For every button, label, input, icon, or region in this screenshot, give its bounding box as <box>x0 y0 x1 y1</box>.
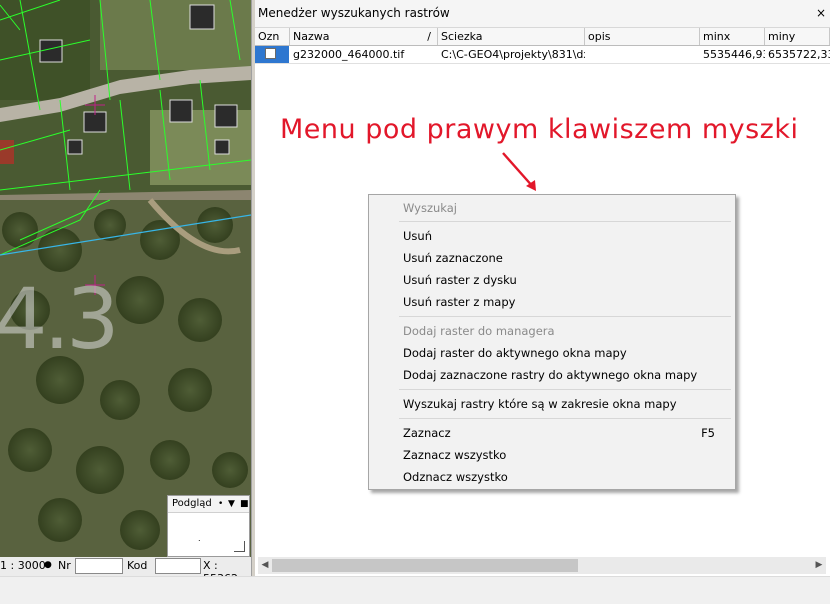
panel-title-bar: Menedżer wyszukanych rastrów × <box>255 0 830 28</box>
column-header-sciezka[interactable]: Sciezka <box>438 28 585 45</box>
chevron-down-icon[interactable]: ▼ <box>228 496 235 512</box>
kod-label: Kod <box>127 559 148 572</box>
annotation-text: Menu pod prawym klawiszem myszki <box>280 114 799 145</box>
record-icon: ● <box>44 560 52 570</box>
kod-input[interactable] <box>155 558 201 574</box>
menu-item-usun-zaznaczone[interactable]: Usuń zaznaczone <box>403 248 503 268</box>
menu-item-odznacz-wszystko[interactable]: Odznacz wszystko <box>403 467 508 487</box>
column-header-ozn[interactable]: Ozn <box>255 28 290 45</box>
menu-shortcut-zaznacz: F5 <box>701 426 715 440</box>
menu-item-dodaj-raster-do-managera: Dodaj raster do managera <box>403 324 555 338</box>
preview-header: Podgląd • ▼ ■ <box>168 496 249 513</box>
table-row[interactable]: g232000_464000.tif C:\C-GEO4\projekty\83… <box>255 46 830 64</box>
nr-input[interactable] <box>75 558 123 574</box>
map-grid-label: 4.3 <box>0 270 120 368</box>
bottom-bar <box>0 576 830 604</box>
preview-title: Podgląd <box>172 498 212 509</box>
status-bar: 1 : 3000 ● Nr Kod X : 55362 <box>0 557 252 585</box>
column-header-nazwa[interactable]: Nazwa / <box>290 28 438 45</box>
menu-item-zaznacz[interactable]: Zaznacz <box>403 423 451 443</box>
row-checkbox[interactable] <box>265 48 276 59</box>
menu-separator <box>399 316 731 317</box>
selected-cell <box>255 46 289 63</box>
scrollbar-thumb[interactable] <box>272 559 578 572</box>
scale-readout: 1 : 3000 <box>0 559 46 572</box>
menu-item-usun-raster-z-mapy[interactable]: Usuń raster z mapy <box>403 292 515 312</box>
cell-nazwa: g232000_464000.tif <box>293 48 405 61</box>
scroll-right-icon[interactable]: ▶ <box>812 557 826 574</box>
panel-title: Menedżer wyszukanych rastrów <box>258 6 450 20</box>
column-header-minx[interactable]: minx <box>700 28 765 45</box>
horizontal-scrollbar[interactable]: ◀ ▶ <box>258 557 826 574</box>
menu-separator <box>399 389 731 390</box>
nr-label: Nr <box>58 559 71 572</box>
close-icon[interactable]: ■ <box>240 496 249 512</box>
context-menu: Wyszukaj Usuń Usuń zaznaczone Usuń raste… <box>368 194 736 490</box>
close-icon[interactable]: × <box>816 0 826 27</box>
column-header-miny[interactable]: miny <box>765 28 830 45</box>
sort-icon: / <box>427 30 431 43</box>
menu-item-dodaj-zaznaczone-do-okna[interactable]: Dodaj zaznaczone rastry do aktywnego okn… <box>403 365 697 385</box>
menu-separator <box>399 221 731 222</box>
table-header: Ozn Nazwa / Sciezka opis minx miny <box>255 28 830 46</box>
menu-item-zaznacz-wszystko[interactable]: Zaznacz wszystko <box>403 445 506 465</box>
preview-panel[interactable]: Podgląd • ▼ ■ . <box>167 495 250 557</box>
pin-icon[interactable]: • <box>218 496 223 512</box>
menu-item-dodaj-raster-do-okna[interactable]: Dodaj raster do aktywnego okna mapy <box>403 343 627 363</box>
menu-separator <box>399 418 731 419</box>
menu-item-wyszukaj-w-zakresie[interactable]: Wyszukaj rastry które są w zakresie okna… <box>403 394 677 414</box>
cell-opis <box>585 46 700 63</box>
scroll-left-icon[interactable]: ◀ <box>258 557 272 574</box>
cell-minx: 5535446,93 <box>703 48 765 61</box>
annotation-arrow-icon <box>502 152 536 191</box>
menu-item-usun[interactable]: Usuń <box>403 226 432 246</box>
cell-miny: 6535722,33 <box>768 48 830 61</box>
column-header-nazwa-label: Nazwa <box>293 30 330 43</box>
map-view[interactable]: 4.3 <box>0 0 251 557</box>
preview-marker: . <box>198 534 201 543</box>
cell-sciezka: C:\C-GEO4\projekty\831\dxf_ <box>441 48 585 61</box>
menu-item-usun-raster-z-dysku[interactable]: Usuń raster z dysku <box>403 270 517 290</box>
menu-item-wyszukaj: Wyszukaj <box>403 201 457 215</box>
resize-grip-icon[interactable] <box>234 541 245 552</box>
column-header-opis[interactable]: opis <box>585 28 700 45</box>
